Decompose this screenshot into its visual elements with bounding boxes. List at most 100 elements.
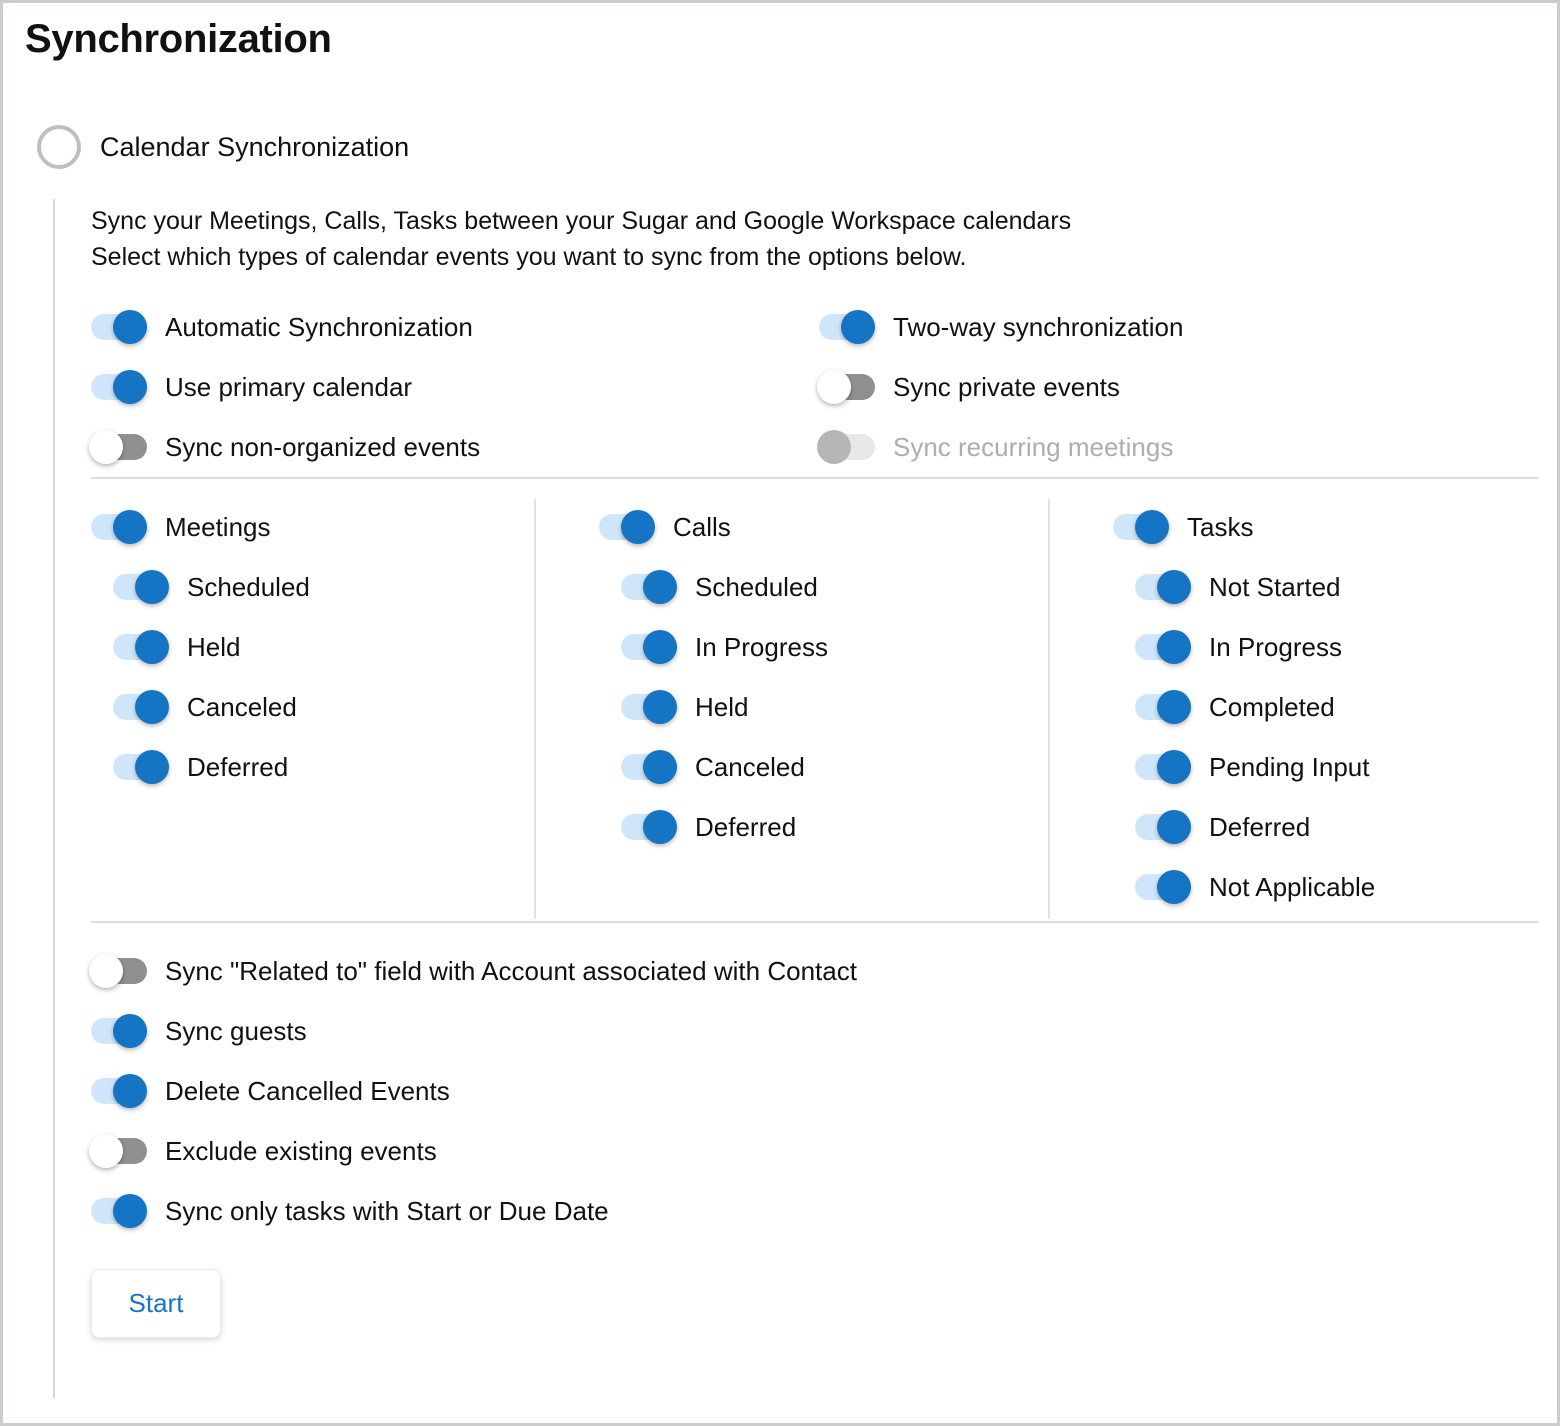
toggle-row-in-progress[interactable]: In Progress: [1113, 617, 1375, 677]
toggle-row-not-applicable[interactable]: Not Applicable: [1113, 857, 1375, 917]
toggle-switch-sync-related-to-field-with-account-associated-with-contact[interactable]: [89, 954, 147, 988]
toggle-row-deferred[interactable]: Deferred: [599, 797, 828, 857]
toggle-label: Sync private events: [893, 371, 1120, 402]
toggle-switch-scheduled[interactable]: [621, 570, 677, 604]
toggle-label: Sync only tasks with Start or Due Date: [165, 1195, 609, 1226]
toggle-switch-sync-recurring-meetings: [817, 430, 875, 464]
toggle-row-deferred[interactable]: Deferred: [1113, 797, 1375, 857]
toggle-row-two-way-synchronization[interactable]: Two-way synchronization: [819, 297, 1183, 357]
column-divider-2: [1048, 499, 1050, 919]
toggle-row-sync-guests[interactable]: Sync guests: [91, 1001, 1539, 1061]
toggle-row-sync-non-organized-events[interactable]: Sync non-organized events: [89, 417, 481, 477]
toggle-switch-sync-guests[interactable]: [91, 1014, 147, 1048]
synchronization-page: Synchronization Calendar Synchronization…: [0, 0, 1560, 1426]
toggle-switch-exclude-existing-events[interactable]: [89, 1134, 147, 1168]
toggle-row-scheduled[interactable]: Scheduled: [599, 557, 828, 617]
toggle-switch-completed[interactable]: [1135, 690, 1191, 724]
toggle-knob-icon: [113, 510, 147, 544]
toggle-knob-icon: [135, 750, 169, 784]
toggle-label: In Progress: [1209, 631, 1342, 662]
toggle-switch-pending-input[interactable]: [1135, 750, 1191, 784]
toggle-label: Sync non-organized events: [165, 431, 481, 462]
toggle-label: Canceled: [695, 751, 805, 782]
general-options: Automatic Synchronization Use primary cal…: [89, 297, 1539, 477]
toggle-switch-deferred[interactable]: [1135, 810, 1191, 844]
toggle-row-tasks[interactable]: Tasks: [1113, 497, 1375, 557]
toggle-row-in-progress[interactable]: In Progress: [599, 617, 828, 677]
toggle-row-held[interactable]: Held: [91, 617, 310, 677]
toggle-label: In Progress: [695, 631, 828, 662]
toggle-row-sync-related-to-field-with-account-associated-with-contact[interactable]: Sync "Related to" field with Account ass…: [89, 941, 1539, 1001]
toggle-knob-icon: [643, 810, 677, 844]
toggle-switch-calls[interactable]: [599, 510, 655, 544]
toggle-switch-delete-cancelled-events[interactable]: [91, 1074, 147, 1108]
toggle-switch-use-primary-calendar[interactable]: [91, 370, 147, 404]
toggle-row-delete-cancelled-events[interactable]: Delete Cancelled Events: [91, 1061, 1539, 1121]
toggle-switch-held[interactable]: [113, 630, 169, 664]
toggle-switch-not-started[interactable]: [1135, 570, 1191, 604]
toggle-row-scheduled[interactable]: Scheduled: [91, 557, 310, 617]
toggle-switch-sync-only-tasks-with-start-or-due-date[interactable]: [91, 1194, 147, 1228]
toggle-switch-not-applicable[interactable]: [1135, 870, 1191, 904]
toggle-label: Deferred: [695, 811, 797, 842]
calendar-synchronization-body: Sync your Meetings, Calls, Tasks between…: [89, 203, 1539, 1338]
toggle-switch-sync-non-organized-events[interactable]: [89, 430, 147, 464]
toggle-label: Held: [187, 631, 241, 662]
toggle-switch-in-progress[interactable]: [1135, 630, 1191, 664]
toggle-switch-automatic-synchronization[interactable]: [91, 310, 147, 344]
toggle-row-sync-only-tasks-with-start-or-due-date[interactable]: Sync only tasks with Start or Due Date: [91, 1181, 1539, 1241]
toggle-switch-in-progress[interactable]: [621, 630, 677, 664]
circle-outline-icon[interactable]: [37, 125, 81, 169]
toggle-label: Deferred: [187, 751, 289, 782]
module-column-tasks: Tasks Not Started In Progress Completed Pend…: [1113, 497, 1375, 917]
toggle-knob-icon: [1157, 630, 1191, 664]
toggle-label: Held: [695, 691, 749, 722]
toggle-label: Meetings: [165, 511, 271, 542]
toggle-row-canceled[interactable]: Canceled: [599, 737, 828, 797]
toggle-switch-meetings[interactable]: [91, 510, 147, 544]
toggle-knob-icon: [817, 370, 851, 404]
toggle-label: Calls: [673, 511, 731, 542]
toggle-knob-icon: [841, 310, 875, 344]
toggle-switch-deferred[interactable]: [113, 750, 169, 784]
toggle-row-sync-private-events[interactable]: Sync private events: [817, 357, 1183, 417]
toggle-switch-canceled[interactable]: [113, 690, 169, 724]
toggle-switch-tasks[interactable]: [1113, 510, 1169, 544]
module-columns: Meetings Scheduled Held Canceled Deferred Ca…: [91, 481, 1539, 921]
toggle-switch-two-way-synchronization[interactable]: [819, 310, 875, 344]
start-button[interactable]: Start: [91, 1269, 221, 1338]
toggle-row-held[interactable]: Held: [599, 677, 828, 737]
section-title: Calendar Synchronization: [100, 131, 410, 162]
toggle-switch-deferred[interactable]: [621, 810, 677, 844]
description-line-2: Select which types of calendar events yo…: [91, 243, 967, 271]
toggle-row-meetings[interactable]: Meetings: [91, 497, 310, 557]
toggle-switch-scheduled[interactable]: [113, 570, 169, 604]
toggle-row-use-primary-calendar[interactable]: Use primary calendar: [91, 357, 480, 417]
toggle-label: Exclude existing events: [165, 1135, 437, 1166]
toggle-row-not-started[interactable]: Not Started: [1113, 557, 1375, 617]
toggle-label: Deferred: [1209, 811, 1311, 842]
toggle-row-calls[interactable]: Calls: [599, 497, 828, 557]
toggle-row-exclude-existing-events[interactable]: Exclude existing events: [89, 1121, 1539, 1181]
toggle-knob-icon: [89, 430, 123, 464]
toggle-row-sync-recurring-meetings: Sync recurring meetings: [817, 417, 1183, 477]
toggle-label: Sync recurring meetings: [893, 431, 1174, 462]
toggle-knob-icon: [1157, 810, 1191, 844]
toggle-switch-sync-private-events[interactable]: [817, 370, 875, 404]
toggle-label: Tasks: [1187, 511, 1254, 542]
toggle-knob-icon: [643, 570, 677, 604]
toggle-row-deferred[interactable]: Deferred: [91, 737, 310, 797]
toggle-switch-held[interactable]: [621, 690, 677, 724]
toggle-label: Scheduled: [695, 571, 818, 602]
toggle-row-pending-input[interactable]: Pending Input: [1113, 737, 1375, 797]
toggle-row-canceled[interactable]: Canceled: [91, 677, 310, 737]
toggle-knob-icon: [135, 570, 169, 604]
toggle-label: Use primary calendar: [165, 371, 413, 402]
toggle-row-automatic-synchronization[interactable]: Automatic Synchronization: [91, 297, 480, 357]
toggle-knob-icon: [113, 1014, 147, 1048]
toggle-knob-icon: [817, 430, 851, 464]
toggle-label: Pending Input: [1209, 751, 1370, 782]
toggle-switch-canceled[interactable]: [621, 750, 677, 784]
module-column-calls: Calls Scheduled In Progress Held Canceled Def…: [599, 497, 828, 857]
toggle-row-completed[interactable]: Completed: [1113, 677, 1375, 737]
